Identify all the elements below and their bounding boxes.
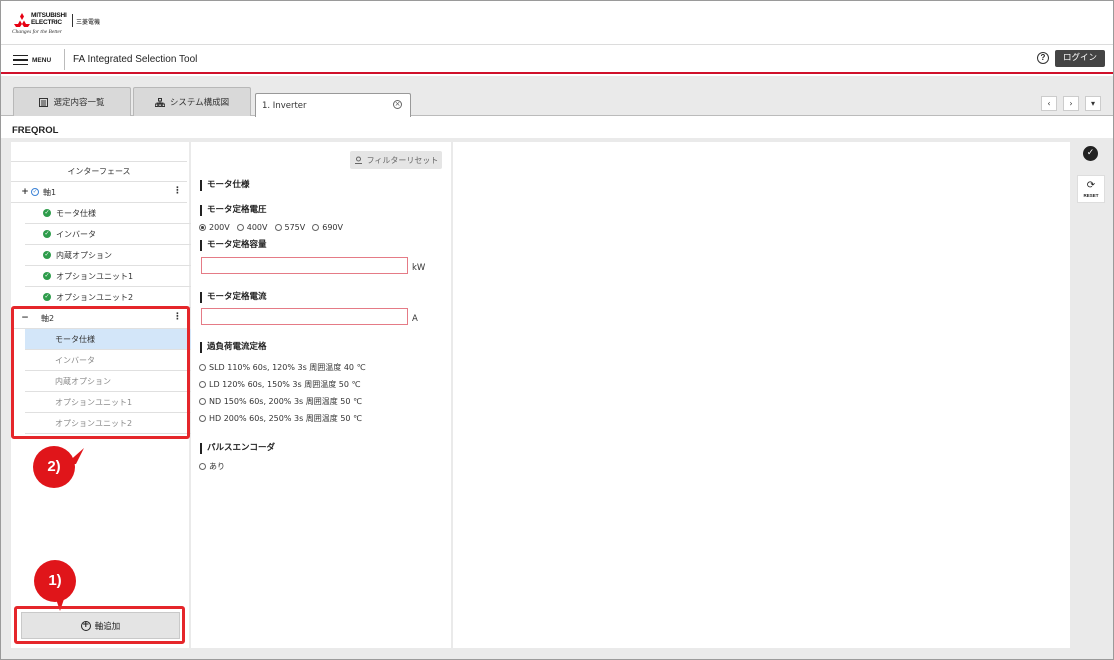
tab-close-icon[interactable]: × [393,100,402,109]
tree-axis1[interactable]: + ✓ 軸1 ⋮ [11,182,187,203]
brand-tagline: Changes for the Better [12,29,62,35]
brand-name: MITSUBISHI ELECTRIC [31,12,67,26]
title-bar: MENU FA Integrated Selection Tool ? ログイン [1,45,1113,74]
three-diamonds-icon [14,13,30,27]
tab-label: 1. Inverter [262,100,307,111]
plus-circle-icon: + [80,619,91,631]
refresh-icon: ⟳ [1086,180,1096,191]
check-icon: ✓ [43,293,51,301]
callout-badge-1: 1) [34,560,76,602]
highlight-box-axis2 [11,306,190,439]
tab-bar: 選定内容一覧 システム構成図 1. Inverter × ‹ › ▾ [1,76,1113,117]
tab-prev-button[interactable]: ‹ [1041,96,1057,111]
current-unit: A [412,314,418,324]
voltage-radio-200v[interactable] [199,224,206,231]
help-icon[interactable]: ? [1037,52,1049,64]
capacity-unit: kW [412,263,426,273]
tree-axis1-item[interactable]: ✓ インバータ [25,224,197,245]
encoder-radio[interactable] [199,463,206,470]
overload-radio[interactable] [199,364,206,371]
overload-option[interactable]: ND 150% 60s, 200% 3s 周囲温度 50 ℃ [199,396,362,407]
diagram-icon [154,97,165,107]
encoder-label: パルスエンコーダ [200,443,275,454]
voltage-radio-575v[interactable] [274,224,282,231]
kebab-menu-icon[interactable]: ⋮ [173,187,182,196]
menu-label: MENU [32,56,52,64]
voltage-label: モータ定格電圧 [200,205,267,216]
confirm-check-icon[interactable]: ✓ [1083,146,1098,161]
hamburger-icon [13,54,28,66]
add-axis-button[interactable]: + 軸追加 [21,612,180,639]
tab-selection-list[interactable]: 選定内容一覧 [13,87,131,116]
tab-label: システム構成図 [169,98,230,108]
tree-axis1-item[interactable]: ✓ 内蔵オプション [25,245,197,266]
tab-label: 選定内容一覧 [53,98,105,108]
brand-jp: 三菱電機 [76,19,101,26]
current-label: モータ定格電流 [200,292,267,303]
voltage-options: 200V 400V 575V 690V [199,223,343,232]
motor-spec-form: フィルターリセット モータ仕様 モータ定格電圧 200V 400V 575V 6… [191,142,451,648]
capacity-label: モータ定格容量 [200,240,267,251]
list-icon [39,97,49,107]
voltage-radio-400v[interactable] [236,224,244,231]
overload-label: 過負荷電流定格 [200,342,267,353]
tree-axis1-item[interactable]: ✓ モータ仕様 [25,203,197,224]
check-outline-icon: ✓ [31,188,39,196]
tree-axis1-item[interactable]: ✓ オプションユニット2 [25,287,197,308]
tree-axis1-item[interactable]: ✓ オプションユニット1 [25,266,197,287]
check-icon: ✓ [43,251,51,259]
voltage-radio-690v[interactable] [312,224,320,231]
overload-radio[interactable] [199,415,206,422]
logo-bar: MITSUBISHI ELECTRIC 三菱電機 Changes for the… [1,1,1113,45]
app-title: FA Integrated Selection Tool [73,54,198,65]
menu-button[interactable]: MENU [13,52,51,68]
capacity-input[interactable] [201,257,408,274]
check-icon: ✓ [43,272,51,280]
section-title: FREQROL [12,125,59,136]
reset-button[interactable]: ⟳ RESET [1077,175,1105,203]
mitsubishi-logo[interactable]: MITSUBISHI ELECTRIC 三菱電機 Changes for the… [11,11,121,37]
current-input[interactable] [201,308,408,325]
filter-reset-button[interactable]: フィルターリセット [350,151,442,169]
overload-option[interactable]: LD 120% 60s, 150% 3s 周囲温度 50 ℃ [199,379,360,390]
overload-radio[interactable] [199,381,206,388]
tab-inverter[interactable]: 1. Inverter × [255,93,411,117]
callout-badge-2: 2) [33,446,75,488]
overload-option[interactable]: HD 200% 60s, 250% 3s 周囲温度 50 ℃ [199,413,362,424]
tab-system-diagram[interactable]: システム構成図 [133,87,251,116]
tab-list-dropdown[interactable]: ▾ [1085,96,1101,111]
overload-option[interactable]: SLD 110% 60s, 120% 3s 周囲温度 40 ℃ [199,362,366,373]
filter-reset-icon [354,156,362,164]
result-panel [453,142,1070,648]
tab-next-button[interactable]: › [1063,96,1079,111]
encoder-option[interactable]: あり [199,461,225,472]
login-button[interactable]: ログイン [1055,50,1105,67]
section-heading: モータ仕様 [200,180,250,191]
expand-icon[interactable]: + [21,187,29,197]
tree-interface[interactable]: インターフェース [11,161,187,182]
check-icon: ✓ [43,230,51,238]
overload-radio[interactable] [199,398,206,405]
check-icon: ✓ [43,209,51,217]
